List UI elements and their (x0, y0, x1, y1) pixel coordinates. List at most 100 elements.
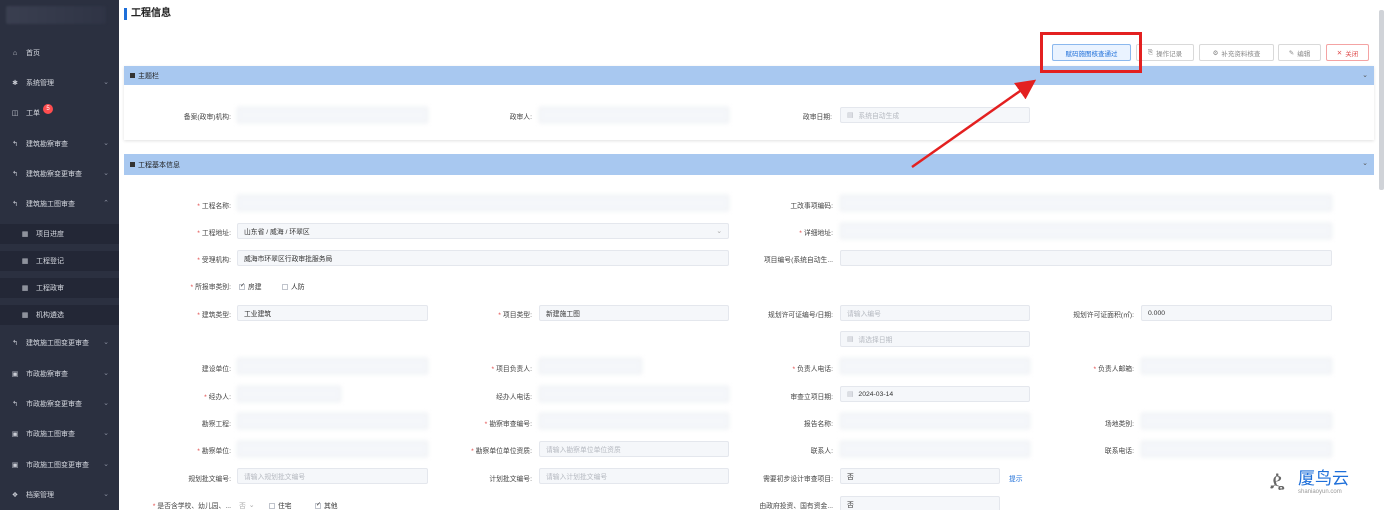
report-name-field[interactable] (840, 413, 1030, 429)
review-start-date-value: 2024-03-14 (858, 390, 894, 398)
item-code-field[interactable] (840, 195, 1332, 211)
form-icon: ◫ (11, 110, 19, 117)
sidebar-item[interactable]: ▦ 项目进度 (0, 224, 119, 244)
sidebar-item[interactable]: ▦ 工程登记 (0, 251, 119, 271)
basic-section-header[interactable]: 工程基本信息 ⌄ (124, 154, 1374, 175)
grid-icon: ▦ (21, 231, 29, 238)
sidebar-item-label: 建筑勘察变更审查 (26, 171, 82, 178)
sidebar-item-label: 市政勘察审查 (26, 371, 68, 378)
close-button[interactable]: ✕ 关闭 (1326, 44, 1369, 61)
chevron-icon: ⌄ (103, 491, 109, 498)
municipal-icon: ▣ (11, 371, 19, 378)
scrollbar[interactable] (1379, 10, 1384, 190)
sidebar-item[interactable]: ↰ 市政勘察变更审查 ⌄ (0, 394, 119, 414)
address-select[interactable]: 山东省 / 威海 / 环翠区 ⌄ (237, 223, 729, 239)
checkbox-icon[interactable] (282, 284, 288, 290)
plan-approval-field[interactable]: 请输入规划批文编号 (237, 468, 428, 484)
accept-org-field[interactable]: 威海市环翠区行政审批服务局 (237, 250, 729, 266)
project-type-field[interactable]: 新建施工图 (539, 305, 729, 321)
construction-change-icon: ↰ (12, 340, 18, 347)
pass-check-button[interactable]: 赋码施图核查通过 (1052, 44, 1131, 61)
permit-area-field[interactable]: 0.000 (1141, 305, 1332, 321)
project-name-field[interactable] (237, 195, 729, 211)
sidebar-item[interactable]: ❖ 档案管理 ⌄ (0, 485, 119, 505)
school-opt-residence[interactable]: 住宅 (269, 500, 292, 510)
sidebar-item[interactable]: ↰ 建筑施工图审查 ⌃ (0, 194, 119, 214)
survey-unit-label: * 勘察单位: (197, 448, 231, 455)
sidebar-item[interactable]: ▦ 工程政审 (0, 278, 119, 298)
review-start-date-field[interactable]: ▤ 2024-03-14 (840, 386, 1030, 402)
site-type-field[interactable] (1141, 413, 1332, 429)
gear-icon: ✱ (12, 80, 18, 87)
checkbox-checked-icon[interactable] (239, 282, 245, 290)
checkbox-checked-icon[interactable] (315, 501, 321, 509)
edit-label: 编辑 (1297, 50, 1311, 58)
builder-field[interactable] (237, 358, 428, 374)
reviewer-field[interactable] (539, 107, 729, 123)
lead-phone-field[interactable] (840, 358, 1030, 374)
school-select[interactable]: 否 ⌄ (239, 500, 258, 510)
logo (6, 6, 106, 24)
need-review-field[interactable]: 否 (840, 468, 1000, 484)
sidebar-item[interactable]: ◫ 工单 5 (0, 103, 119, 123)
handler-phone-label: 经办人电话: (496, 394, 532, 401)
report-type-housing[interactable]: 房建 (239, 281, 262, 291)
lead-email-field[interactable] (1141, 358, 1332, 374)
report-type-opt1-label: 房建 (248, 284, 262, 291)
supplement-check-button[interactable]: ⚙ 补充资料核查 (1199, 44, 1274, 61)
permit-date-field[interactable]: ▤ 请选择日期 (840, 331, 1030, 347)
handler-phone-field[interactable] (539, 386, 729, 402)
basic-section-title: 工程基本信息 (138, 161, 180, 169)
contact-field[interactable] (840, 441, 1030, 457)
edit-button[interactable]: ✎ 编辑 (1278, 44, 1321, 61)
gov-invest-label: 由政府投资、国有资金... (759, 503, 833, 510)
permit-no-field[interactable]: 请输入编号 (840, 305, 1030, 321)
plan-approval-placeholder: 请输入规划批文编号 (244, 474, 306, 481)
survey-review-no-field[interactable] (539, 413, 729, 429)
chevron-icon: ⌄ (103, 430, 109, 437)
project-no-field[interactable] (840, 250, 1332, 266)
chevron-down-icon[interactable]: ⌄ (1362, 159, 1368, 167)
report-type-civil-defense[interactable]: 人防 (282, 281, 305, 291)
chevron-down-icon[interactable]: ⌄ (1362, 71, 1368, 79)
sidebar-item[interactable]: ▦ 机构遴选 (0, 305, 119, 325)
survey-unit-field[interactable] (237, 441, 428, 457)
need-review-label: 需要初步设计审查项目: (763, 476, 833, 483)
plan-doc-field[interactable]: 请输入计划批文编号 (539, 468, 729, 484)
review-date-field[interactable]: ▤ 系统自动生成 (840, 107, 1030, 123)
main-content: 工程信息 赋码施图核查通过 ⎘ 操作记录 ⚙ 补充资料核查 ✎ 编辑 ✕ 关闭 主题栏 … (119, 0, 1384, 510)
project-lead-field[interactable] (539, 358, 642, 374)
checkbox-icon[interactable] (269, 503, 275, 509)
build-type-field[interactable]: 工业建筑 (237, 305, 428, 321)
survey-qual-field[interactable]: 请输入勘察单位单位资质 (539, 441, 729, 457)
detail-address-label: * 详细地址: (799, 230, 833, 237)
subject-section-header[interactable]: 主题栏 ⌄ (124, 66, 1374, 85)
operation-log-button[interactable]: ⎘ 操作记录 (1136, 44, 1194, 61)
lead-email-label: * 负责人邮箱: (1093, 366, 1134, 373)
sidebar-item[interactable]: ▣ 市政勘察审查 ⌄ (0, 364, 119, 384)
sidebar-item-label: 市政勘察变更审查 (26, 401, 82, 408)
sidebar-item-label: 建筑施工图审查 (26, 201, 75, 208)
sidebar-item[interactable]: ↰ 建筑施工图变更审查 ⌄ (0, 333, 119, 353)
edit-icon: ✎ (1288, 49, 1295, 57)
sidebar-item[interactable]: ▣ 市政施工图审查 ⌄ (0, 424, 119, 444)
detail-address-field[interactable] (840, 223, 1332, 239)
chevron-icon: ⌄ (103, 370, 109, 377)
survey-project-field[interactable] (237, 413, 428, 429)
sidebar: ⌂ 首页 ✱ 系统管理 ⌄ ◫ 工单 5 ↰ 建筑勘察审查 ⌄ ↰ 建筑勘察变更审查 ⌄ ↰ 建筑施工图审查 ⌃… (0, 0, 119, 510)
school-opt-other[interactable]: 其他 (315, 500, 338, 510)
hint-link[interactable]: 提示 (1009, 473, 1023, 483)
gov-invest-field[interactable]: 否 (840, 496, 1000, 510)
sidebar-item[interactable]: ▣ 市政施工图变更审查 ⌄ (0, 455, 119, 475)
project-lead-label: * 项目负责人: (491, 366, 532, 373)
sidebar-item[interactable]: ↰ 建筑勘察变更审查 ⌄ (0, 164, 119, 184)
sidebar-item[interactable]: ✱ 系统管理 ⌄ (0, 73, 119, 93)
contact-phone-field[interactable] (1141, 441, 1332, 457)
sidebar-item[interactable]: ⌂ 首页 (0, 43, 119, 63)
permit-area-label: 规划许可证面积(㎡): (1073, 312, 1134, 319)
handler-field[interactable] (237, 386, 341, 402)
sidebar-item[interactable]: ↰ 建筑勘察审查 ⌄ (0, 134, 119, 154)
school-value: 否 (239, 503, 246, 510)
org-field[interactable] (237, 107, 428, 123)
chevron-icon: ⌄ (103, 170, 109, 177)
